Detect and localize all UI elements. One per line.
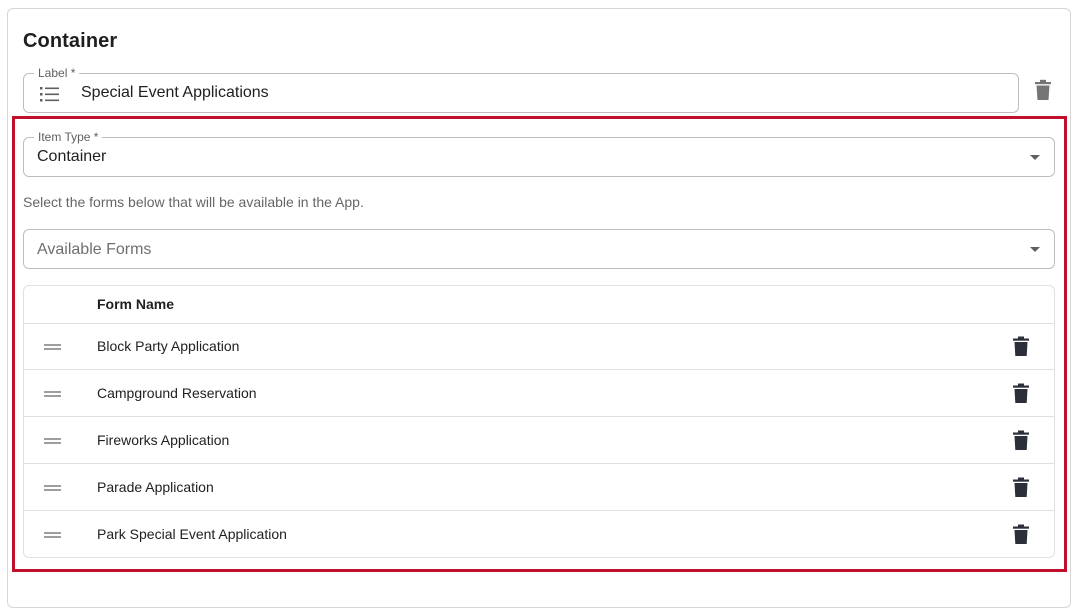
label-input[interactable]: Label * Special Event Applications bbox=[23, 66, 1019, 113]
trash-icon[interactable] bbox=[1012, 383, 1030, 404]
chevron-down-icon bbox=[1030, 247, 1040, 252]
item-type-value: Container bbox=[37, 148, 107, 165]
column-header-form-name: Form Name bbox=[97, 296, 175, 312]
form-name: Fireworks Application bbox=[97, 432, 230, 448]
drag-handle-icon[interactable] bbox=[44, 532, 61, 538]
trash-icon[interactable] bbox=[1012, 524, 1030, 545]
table-row: Campground Reservation bbox=[24, 370, 1054, 417]
helper-text: Select the forms below that will be avai… bbox=[23, 194, 364, 210]
form-name: Campground Reservation bbox=[97, 385, 257, 401]
table-row: Block Party Application bbox=[24, 323, 1054, 370]
available-forms-placeholder: Available Forms bbox=[37, 241, 152, 258]
table-row: Fireworks Application bbox=[24, 417, 1054, 464]
chevron-down-icon bbox=[1030, 155, 1040, 160]
drag-handle-icon[interactable] bbox=[44, 344, 61, 350]
form-name: Park Special Event Application bbox=[97, 526, 287, 542]
trash-icon[interactable] bbox=[1012, 477, 1030, 498]
form-name: Block Party Application bbox=[97, 338, 240, 354]
trash-icon[interactable] bbox=[1012, 430, 1030, 451]
drag-handle-icon[interactable] bbox=[44, 391, 61, 397]
label-value: Special Event Applications bbox=[81, 84, 269, 101]
forms-table: Form Name Block Party Application Campgr… bbox=[23, 285, 1055, 558]
drag-handle-icon[interactable] bbox=[44, 485, 61, 491]
list-icon bbox=[40, 87, 59, 102]
available-forms-select[interactable]: Available Forms bbox=[23, 229, 1055, 269]
table-row: Park Special Event Application bbox=[24, 511, 1054, 557]
table-row: Parade Application bbox=[24, 464, 1054, 511]
form-name: Parade Application bbox=[97, 479, 214, 495]
delete-container-trash-icon[interactable] bbox=[1033, 79, 1053, 101]
table-header: Form Name bbox=[24, 286, 1054, 324]
item-type-label: Item Type * bbox=[34, 130, 103, 144]
trash-icon[interactable] bbox=[1012, 336, 1030, 357]
drag-handle-icon[interactable] bbox=[44, 438, 61, 444]
section-title: Container bbox=[23, 30, 118, 52]
item-type-select[interactable]: Item Type * Container bbox=[23, 130, 1055, 177]
label-field-label: Label * bbox=[34, 66, 80, 80]
